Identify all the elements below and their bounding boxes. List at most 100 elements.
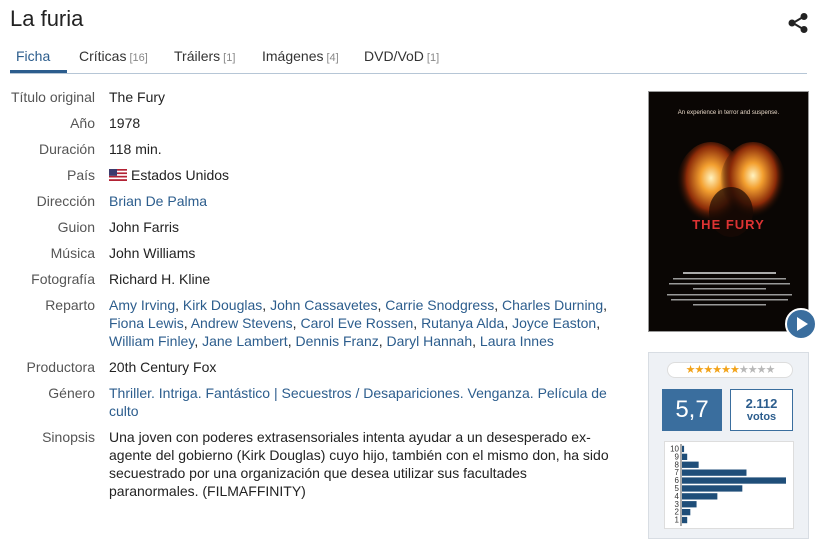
cast-member-link[interactable]: Charles Durning: [502, 297, 603, 313]
star-icon: ★: [721, 364, 731, 376]
row-synopsis: Sinopsis Una joven con poderes extrasens…: [10, 428, 620, 500]
cast-member-link[interactable]: Andrew Stevens: [191, 315, 293, 331]
row-music: Música John Williams: [10, 244, 620, 262]
genre-link[interactable]: Thriller: [109, 385, 151, 401]
cast-member-link[interactable]: William Finley: [109, 333, 194, 349]
cast-member-link[interactable]: Jane Lambert: [202, 333, 288, 349]
histogram-bar: [682, 509, 691, 516]
tab-label: Imágenes: [262, 48, 324, 64]
genre-list: Thriller. Intriga. Fantástico | Secuestr…: [109, 385, 607, 419]
value-country-wrap: Estados Unidos: [109, 166, 620, 184]
tab-criticas[interactable]: Críticas [16]: [79, 48, 148, 64]
label-director: Dirección: [36, 193, 95, 209]
poster-tagline: An experience in terror and suspense.: [677, 110, 780, 116]
tab-label: Tráilers: [174, 48, 221, 64]
tab-count: [1]: [426, 52, 440, 64]
cast-member-link[interactable]: Joyce Easton: [512, 315, 596, 331]
tab-count: [1]: [223, 52, 236, 64]
label-country: País: [66, 167, 95, 183]
poster-title-art: THE FURY: [692, 217, 765, 232]
genre-link[interactable]: Intriga: [159, 385, 198, 401]
label-producer: Productora: [26, 359, 95, 375]
value-original-title: The Fury: [109, 89, 166, 105]
vote-count-box[interactable]: 2.112 votos: [730, 389, 793, 431]
movie-poster[interactable]: An experience in terror and suspense. TH…: [648, 91, 809, 332]
label-screenplay: Guion: [57, 219, 95, 235]
row-cast: Reparto Amy Irving, Kirk Douglas, John C…: [10, 296, 620, 350]
cast-member-link[interactable]: Laura Innes: [480, 333, 554, 349]
rating-histogram: 10 9 8 7 6 5 4 3 2 1: [664, 441, 794, 529]
star-icon: ★: [738, 364, 749, 376]
histogram-bar: [682, 493, 718, 500]
star-icon: ★: [730, 364, 740, 376]
star-icon: ★: [703, 364, 713, 376]
star-icon: ★: [712, 364, 722, 376]
tab-dvd-vod[interactable]: DVD/VoD [1]: [364, 48, 439, 64]
label-cast: Reparto: [45, 297, 95, 313]
row-year: Año 1978: [10, 114, 620, 132]
histogram-bar: [682, 461, 699, 468]
star-icon: ★: [685, 364, 696, 376]
label-original-title: Título original: [10, 89, 95, 105]
cast-member-link[interactable]: Kirk Douglas: [183, 297, 262, 313]
cast-member-link[interactable]: Carol Eve Rossen: [300, 315, 413, 331]
tab-count: [4]: [326, 52, 339, 64]
histogram-bar: [682, 501, 697, 508]
cast-member-link[interactable]: Carrie Snodgress: [385, 297, 494, 313]
active-tab-underline: [10, 70, 67, 73]
row-screenplay: Guion John Farris: [10, 218, 620, 236]
value-producer: 20th Century Fox: [109, 359, 217, 375]
genre-link[interactable]: Fantástico: [206, 385, 271, 401]
tab-trailers[interactable]: Tráilers [1]: [174, 48, 235, 64]
director-link[interactable]: Brian De Palma: [109, 193, 207, 209]
row-director: Dirección Brian De Palma: [10, 192, 620, 210]
tab-label: DVD/VoD: [364, 48, 424, 64]
share-icon[interactable]: [787, 12, 809, 34]
value-year: 1978: [109, 115, 141, 131]
cast-member-link[interactable]: Daryl Hannah: [387, 333, 473, 349]
histogram-bar: [682, 516, 688, 524]
genre-link[interactable]: Secuestros / Desapariciones: [282, 385, 460, 401]
row-duration: Duración 118 min.: [10, 140, 620, 158]
genre-link[interactable]: Venganza: [468, 385, 530, 401]
histogram-bar: [682, 469, 747, 476]
poster-credits-block: [667, 272, 792, 306]
rating-panel: ★★★★★★★★★★ 5,7 2.112 votos 10 9 8 7 6 5 4 3 2 1: [648, 352, 809, 539]
label-synopsis: Sinopsis: [42, 429, 95, 445]
row-original-title: Título original The Fury: [10, 88, 620, 106]
label-genre: Género: [48, 385, 95, 401]
value-screenplay: John Farris: [109, 219, 180, 235]
cast-member-link[interactable]: Amy Irving: [109, 297, 175, 313]
tab-imagenes[interactable]: Imágenes [4]: [262, 48, 339, 64]
value-synopsis: Una joven con poderes extrasensoriales i…: [109, 429, 609, 499]
movie-info: Título original The Fury Año 1978 Duraci…: [10, 88, 620, 508]
average-score: 5,7: [662, 389, 722, 431]
star-icon: ★: [747, 364, 758, 376]
label-duration: Duración: [38, 141, 95, 157]
tab-bar: Ficha Críticas [16] Tráilers [1] Imágenes[…: [10, 46, 807, 74]
label-photography: Fotografía: [31, 271, 95, 287]
vote-count-label: votos: [746, 411, 777, 423]
star-icon: ★: [765, 364, 776, 376]
row-country: País Estados Unidos: [10, 166, 620, 184]
value-music: John Williams: [109, 245, 196, 261]
cast-list: Amy Irving, Kirk Douglas, John Cassavete…: [109, 297, 608, 349]
row-producer: Productora 20th Century Fox: [10, 358, 620, 376]
value-duration: 118 min.: [109, 141, 162, 157]
tab-label: Críticas: [79, 48, 127, 64]
us-flag-icon: [109, 169, 127, 181]
histogram-bar: [682, 485, 743, 492]
play-trailer-button[interactable]: [785, 308, 817, 340]
tab-ficha[interactable]: Ficha: [16, 48, 50, 64]
cast-member-link[interactable]: Fiona Lewis: [109, 315, 184, 331]
star-rating: ★★★★★★★★★★: [667, 362, 793, 378]
histogram-bar: [682, 453, 688, 460]
cast-member-link[interactable]: Rutanya Alda: [421, 315, 504, 331]
cast-member-link[interactable]: Dennis Franz: [295, 333, 378, 349]
cast-member-link[interactable]: John Cassavetes: [270, 297, 377, 313]
tab-label: Ficha: [16, 48, 51, 64]
tab-count: [16]: [129, 52, 148, 64]
value-country: Estados Unidos: [131, 167, 230, 183]
label-year: Año: [70, 115, 95, 131]
value-photography: Richard H. Kline: [109, 271, 211, 287]
